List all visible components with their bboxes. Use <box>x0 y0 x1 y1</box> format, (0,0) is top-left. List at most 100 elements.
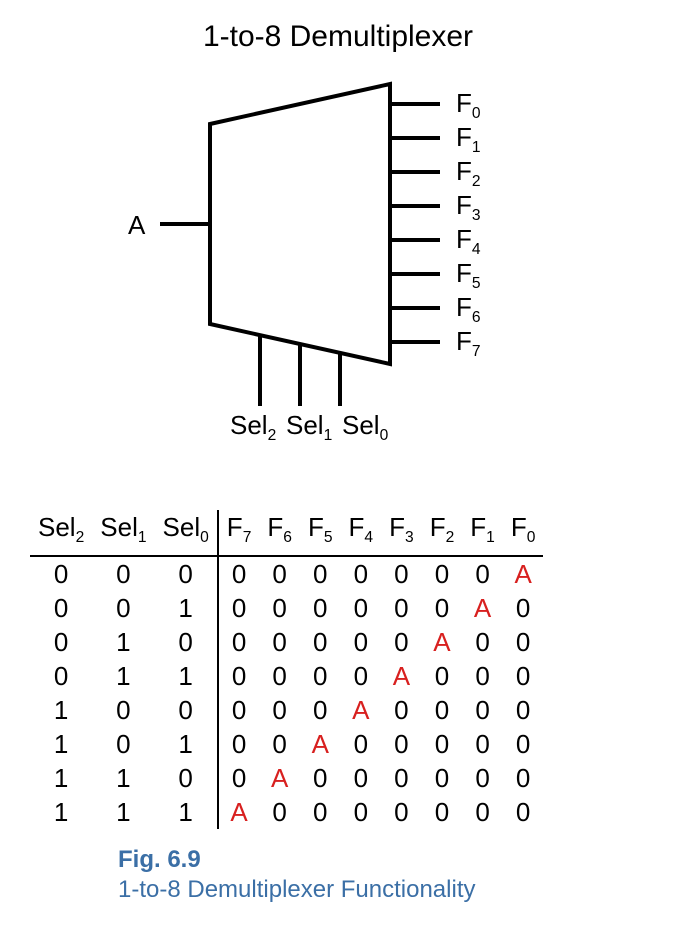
select-label-0: Sel0 <box>342 410 388 445</box>
cell-out: 0 <box>218 727 260 761</box>
output-label-6: F6 <box>456 292 481 327</box>
table-row: 01000000A00 <box>30 625 543 659</box>
table-row: 100000A0000 <box>30 693 543 727</box>
cell-out: 0 <box>381 761 422 795</box>
cell-sel: 0 <box>92 556 154 591</box>
cell-out: 0 <box>218 556 260 591</box>
cell-out: 0 <box>341 625 382 659</box>
cell-sel: 1 <box>155 659 218 693</box>
cell-out: 0 <box>300 659 341 693</box>
cell-out: 0 <box>259 727 300 761</box>
output-label-3: F3 <box>456 190 481 225</box>
cell-out: 0 <box>462 659 503 693</box>
cell-out: 0 <box>341 761 382 795</box>
cell-out: 0 <box>422 556 463 591</box>
cell-out: 0 <box>503 795 544 829</box>
cell-out: 0 <box>422 693 463 727</box>
cell-out: 0 <box>503 591 544 625</box>
cell-sel: 1 <box>30 795 92 829</box>
cell-sel: 0 <box>155 693 218 727</box>
cell-out: 0 <box>218 625 260 659</box>
cell-out: 0 <box>218 693 260 727</box>
cell-out: 0 <box>341 659 382 693</box>
cell-out: 0 <box>218 761 260 795</box>
cell-out: 0 <box>422 659 463 693</box>
cell-sel: 0 <box>92 693 154 727</box>
cell-out: A <box>503 556 544 591</box>
figure-caption: Fig. 6.9 1-to-8 Demultiplexer Functional… <box>118 846 475 904</box>
cell-out: 0 <box>259 556 300 591</box>
cell-sel: 0 <box>30 625 92 659</box>
cell-out: 0 <box>422 761 463 795</box>
table-row: 10100A00000 <box>30 727 543 761</box>
cell-sel: 1 <box>30 727 92 761</box>
select-label-2: Sel2 <box>230 410 276 445</box>
output-label-5: F5 <box>456 258 481 293</box>
th-out: F1 <box>462 510 503 556</box>
cell-out: 0 <box>462 556 503 591</box>
cell-sel: 1 <box>155 795 218 829</box>
cell-out: A <box>218 795 260 829</box>
cell-out: 0 <box>259 591 300 625</box>
cell-out: A <box>422 625 463 659</box>
cell-sel: 0 <box>30 556 92 591</box>
cell-out: 0 <box>259 795 300 829</box>
cell-out: 0 <box>259 659 300 693</box>
cell-out: 0 <box>422 591 463 625</box>
cell-out: 0 <box>218 591 260 625</box>
cell-out: 0 <box>503 761 544 795</box>
cell-out: 0 <box>381 693 422 727</box>
cell-out: 0 <box>341 727 382 761</box>
cell-sel: 1 <box>92 625 154 659</box>
cell-sel: 1 <box>30 693 92 727</box>
cell-out: 0 <box>462 761 503 795</box>
cell-out: 0 <box>462 795 503 829</box>
cell-sel: 0 <box>30 591 92 625</box>
cell-out: 0 <box>381 795 422 829</box>
cell-sel: 1 <box>92 659 154 693</box>
table-row: 0110000A000 <box>30 659 543 693</box>
demux-svg <box>130 64 550 464</box>
cell-sel: 0 <box>155 625 218 659</box>
cell-sel: 1 <box>155 591 218 625</box>
table-row: 0000000000A <box>30 556 543 591</box>
cell-out: 0 <box>503 625 544 659</box>
cell-out: 0 <box>300 556 341 591</box>
cell-sel: 0 <box>155 556 218 591</box>
th-sel: Sel2 <box>30 510 92 556</box>
cell-out: 0 <box>341 556 382 591</box>
demux-diagram: A F0 F1 F2 F3 F4 F5 F6 F7 Sel2 Sel1 Sel0 <box>130 64 550 464</box>
cell-out: A <box>341 693 382 727</box>
cell-out: A <box>381 659 422 693</box>
select-label-1: Sel1 <box>286 410 332 445</box>
truth-table-container: Sel2Sel1Sel0F7F6F5F4F3F2F1F0 0000000000A… <box>30 510 646 829</box>
page-title: 1-to-8 Demultiplexer <box>0 20 676 54</box>
cell-out: 0 <box>300 761 341 795</box>
cell-out: 0 <box>503 693 544 727</box>
th-out: F0 <box>503 510 544 556</box>
cell-out: 0 <box>259 625 300 659</box>
cell-out: 0 <box>300 795 341 829</box>
cell-out: 0 <box>259 693 300 727</box>
table-row: 1100A000000 <box>30 761 543 795</box>
cell-out: 0 <box>462 693 503 727</box>
output-label-7: F7 <box>456 326 481 361</box>
th-out: F6 <box>259 510 300 556</box>
cell-out: 0 <box>218 659 260 693</box>
cell-sel: 0 <box>92 727 154 761</box>
cell-out: 0 <box>381 625 422 659</box>
th-sel: Sel1 <box>92 510 154 556</box>
cell-out: A <box>462 591 503 625</box>
cell-out: 0 <box>462 727 503 761</box>
cell-out: 0 <box>300 625 341 659</box>
cell-out: 0 <box>462 625 503 659</box>
cell-sel: 0 <box>155 761 218 795</box>
cell-out: 0 <box>422 795 463 829</box>
table-header-row: Sel2Sel1Sel0F7F6F5F4F3F2F1F0 <box>30 510 543 556</box>
output-label-2: F2 <box>456 156 481 191</box>
output-label-1: F1 <box>456 122 481 157</box>
cell-sel: 1 <box>30 761 92 795</box>
th-out: F2 <box>422 510 463 556</box>
figure-title: 1-to-8 Demultiplexer Functionality <box>118 876 475 904</box>
cell-out: 0 <box>381 591 422 625</box>
